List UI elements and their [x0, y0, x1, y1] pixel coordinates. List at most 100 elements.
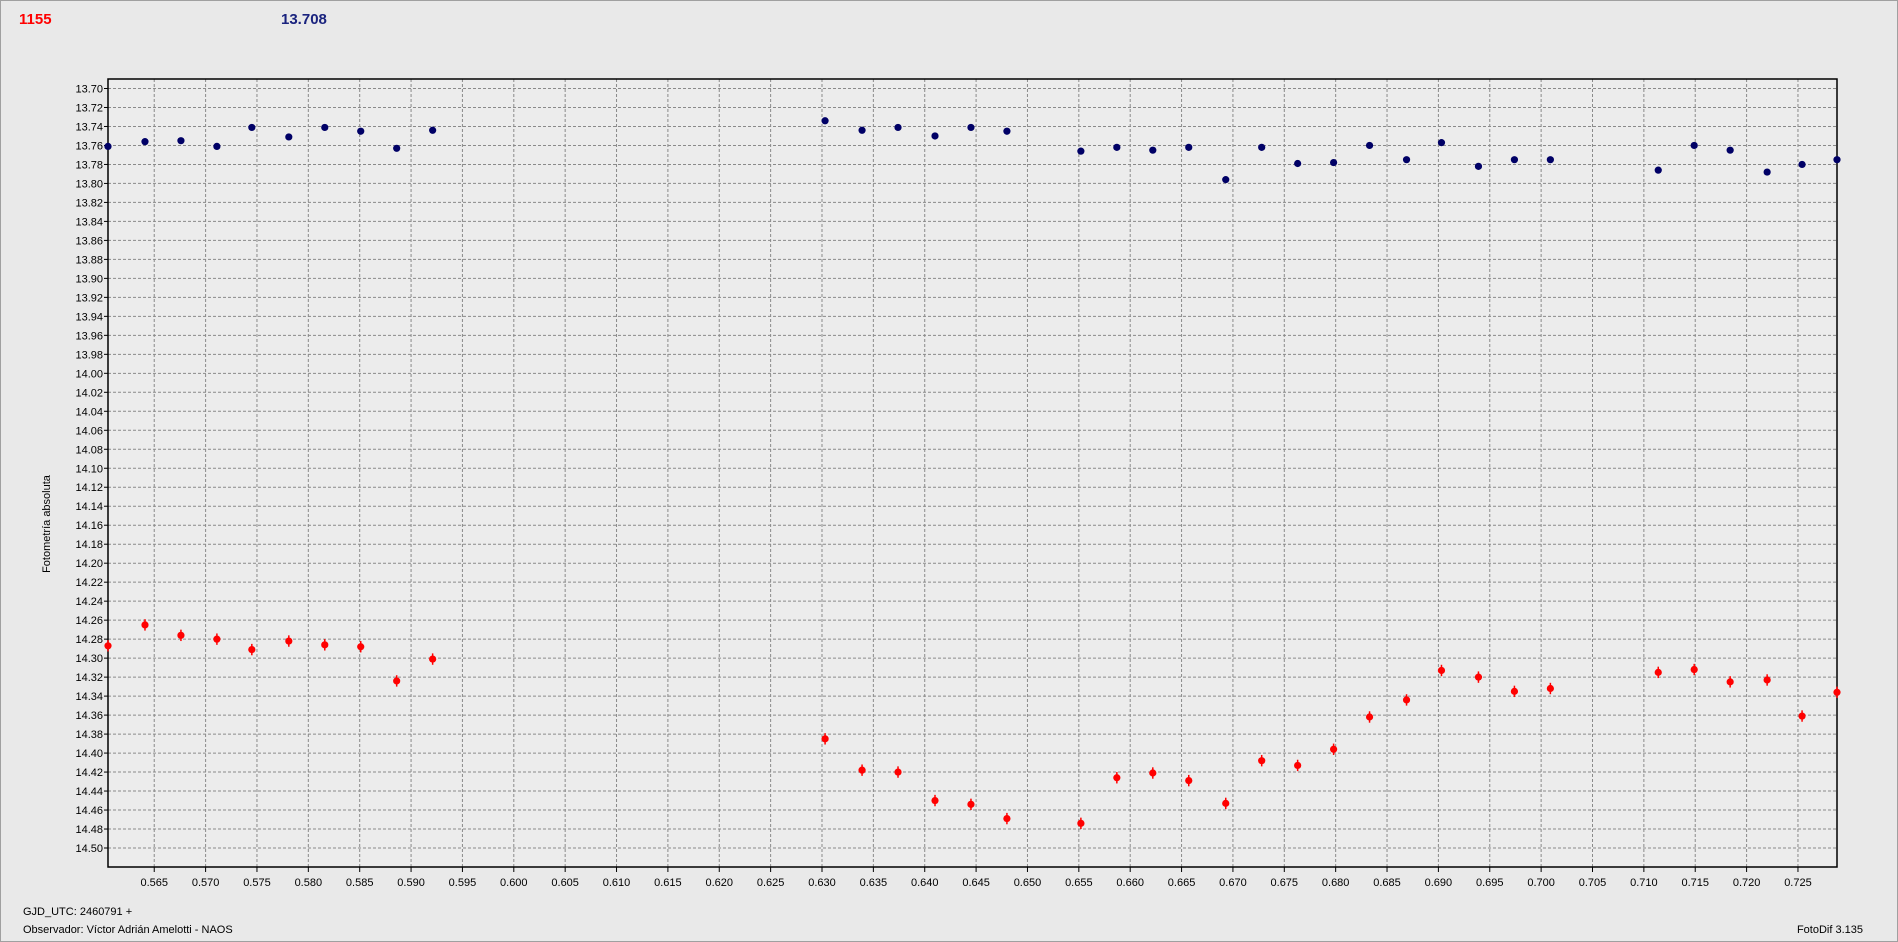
- y-tick-label: 13.98: [75, 349, 103, 361]
- x-tick-label: 0.585: [346, 877, 374, 889]
- y-tick-label: 14.40: [75, 748, 103, 760]
- data-point: [285, 637, 293, 645]
- data-point: [1149, 146, 1157, 154]
- data-point: [1726, 678, 1734, 686]
- data-point: [1258, 757, 1266, 765]
- data-point: [1113, 774, 1121, 782]
- data-point: [104, 142, 112, 151]
- x-tick-label: 0.650: [1014, 877, 1042, 889]
- y-tick-label: 14.10: [75, 463, 103, 475]
- data-point: [1003, 127, 1011, 135]
- y-tick-label: 14.24: [75, 596, 103, 608]
- x-tick-label: 0.645: [962, 877, 990, 889]
- y-tick-label: 14.32: [75, 672, 103, 684]
- x-tick-label: 0.715: [1681, 877, 1709, 889]
- y-tick-label: 14.12: [75, 482, 103, 494]
- data-point: [1185, 777, 1193, 785]
- x-tick-label: 0.570: [192, 877, 220, 889]
- gjd-label: GJD_UTC: 2460791 +: [23, 906, 133, 918]
- data-point: [1077, 147, 1085, 155]
- y-tick-label: 14.14: [75, 501, 103, 513]
- y-tick-label: 14.28: [75, 634, 103, 646]
- y-tick-label: 14.50: [75, 843, 103, 855]
- x-tick-label: 0.690: [1425, 877, 1453, 889]
- y-tick-label: 13.84: [75, 216, 103, 228]
- data-point: [248, 645, 256, 654]
- plot-area: [108, 79, 1837, 867]
- x-tick-label: 0.620: [705, 877, 733, 889]
- y-tick-label: 14.02: [75, 387, 103, 399]
- data-point: [1365, 141, 1374, 150]
- data-point: [1402, 696, 1411, 704]
- y-tick-label: 14.04: [75, 406, 103, 418]
- observer-label: Observador: Víctor Adrián Amelotti - NAO…: [23, 924, 233, 936]
- data-point: [1365, 713, 1374, 721]
- data-point: [429, 126, 437, 134]
- x-tick-label: 0.665: [1168, 877, 1196, 889]
- x-tick-label: 0.615: [654, 877, 682, 889]
- data-point: [931, 796, 939, 805]
- y-tick-label: 14.36: [75, 710, 103, 722]
- x-tick-label: 0.725: [1784, 877, 1812, 889]
- data-point: [931, 132, 939, 140]
- y-tick-label: 13.72: [75, 102, 103, 114]
- x-tick-label: 0.600: [500, 877, 528, 889]
- x-tick-label: 0.660: [1116, 877, 1144, 889]
- data-point: [1149, 769, 1157, 777]
- data-point: [177, 631, 185, 639]
- data-point: [1763, 676, 1771, 684]
- x-tick-label: 0.635: [860, 877, 888, 889]
- light-curve-chart: 0.565 0.570 0.575 0.580 0.585 0.590 0.595 0.600…: [75, 78, 1841, 889]
- data-point: [1077, 819, 1085, 827]
- x-tick-label: 0.595: [449, 877, 477, 889]
- data-point: [1690, 665, 1698, 674]
- data-point: [1294, 159, 1302, 168]
- y-tick-label: 13.88: [75, 254, 103, 266]
- data-point: [1833, 156, 1841, 164]
- data-point: [821, 735, 829, 743]
- data-point: [177, 137, 185, 145]
- data-point: [1474, 162, 1483, 170]
- data-point: [821, 117, 829, 125]
- y-tick-label: 14.06: [75, 425, 103, 437]
- y-tick-label: 13.76: [75, 140, 103, 152]
- y-tick-label: 14.20: [75, 558, 103, 570]
- data-point: [1222, 799, 1230, 807]
- data-point: [1510, 156, 1519, 164]
- data-point: [393, 677, 401, 685]
- x-tick-label: 0.640: [911, 877, 939, 889]
- data-point: [858, 766, 866, 774]
- data-point: [357, 127, 365, 135]
- y-tick-label: 13.78: [75, 159, 103, 171]
- x-tick-label: 0.675: [1271, 877, 1299, 889]
- data-point: [285, 133, 293, 141]
- data-point: [248, 123, 256, 132]
- window-frame: 1155 13.708 0.565 0.570 0.575 0.580 0.585 0.5…: [0, 0, 1898, 942]
- x-tick-label: 0.575: [243, 877, 271, 889]
- version-label: FotoDif 3.135: [1796, 924, 1863, 936]
- x-tick-label: 0.605: [551, 877, 579, 889]
- x-tick-label: 0.580: [295, 877, 323, 889]
- data-point: [429, 655, 437, 663]
- data-point: [1833, 688, 1841, 696]
- y-tick-label: 14.44: [75, 786, 103, 798]
- y-tick-label: 14.00: [75, 368, 103, 380]
- data-point: [1185, 143, 1193, 151]
- y-tick-label: 13.92: [75, 292, 103, 304]
- x-tick-label: 0.680: [1322, 877, 1350, 889]
- y-tick-label: 14.34: [75, 691, 103, 703]
- data-point: [894, 123, 902, 132]
- data-point: [1474, 673, 1483, 681]
- data-point: [1510, 687, 1519, 695]
- data-point: [1330, 158, 1338, 167]
- y-tick-label: 13.90: [75, 273, 103, 285]
- x-tick-label: 0.565: [140, 877, 168, 889]
- y-tick-label: 14.22: [75, 577, 103, 589]
- y-tick-label: 14.18: [75, 539, 103, 551]
- y-tick-label: 13.80: [75, 178, 103, 190]
- data-point: [321, 641, 329, 649]
- data-point: [1222, 176, 1230, 184]
- data-point: [213, 635, 221, 643]
- data-point: [1763, 168, 1771, 176]
- data-point: [1654, 166, 1662, 174]
